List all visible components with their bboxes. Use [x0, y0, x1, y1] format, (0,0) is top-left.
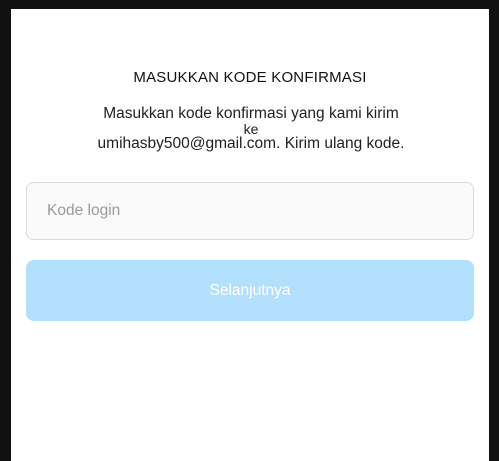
message-line-3: umihasby500@gmail.com. Kirim ulang kode. [81, 136, 421, 152]
dialog-title: MASUKKAN KODE KONFIRMASI [133, 69, 367, 86]
message-line-2: ke [243, 121, 259, 137]
email-address: umihasby500@gmail.com. [97, 135, 281, 152]
message-line-1: Masukkan kode konfirmasi yang kami kirim [103, 105, 399, 122]
next-button[interactable]: Selanjutnya [26, 260, 474, 321]
confirmation-message: Masukkan kode konfirmasi yang kami kirim… [81, 106, 421, 152]
login-code-input[interactable] [26, 182, 474, 240]
resend-code-link[interactable]: Kirim ulang kode. [280, 135, 405, 152]
